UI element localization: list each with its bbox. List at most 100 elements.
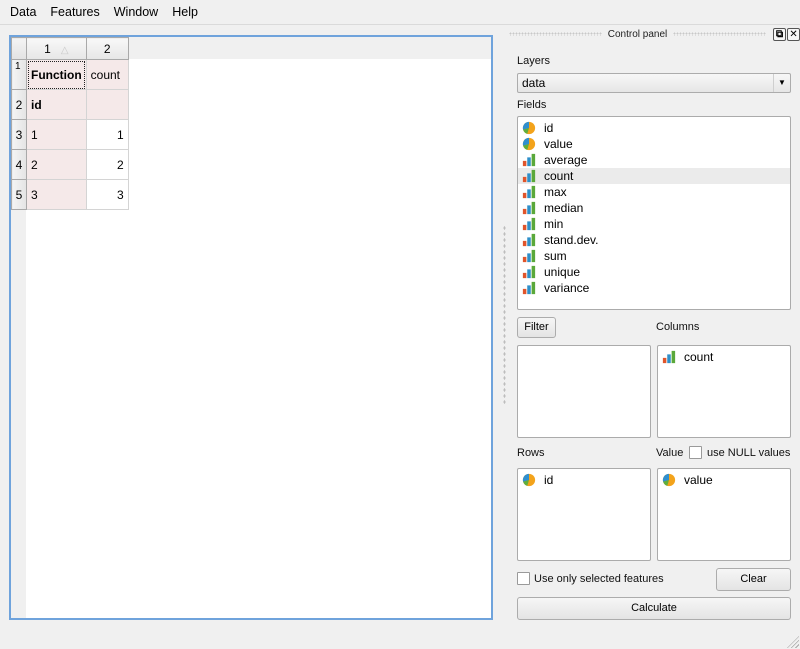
table-cell[interactable]: 3: [85, 179, 129, 210]
result-table: 1 △ 2 1 Function count 2 id 3 1 1 4 2 2 5: [11, 37, 129, 210]
bar-chart-function-icon: [521, 217, 537, 231]
list-item-label: average: [544, 153, 588, 167]
table-cell[interactable]: 2: [85, 149, 129, 180]
list-item-label: min: [544, 217, 564, 231]
use-null-values-label: use NULL values: [707, 447, 791, 459]
row-header-4[interactable]: 4: [11, 149, 27, 180]
pie-field-icon: [521, 137, 537, 151]
layers-dropdown[interactable]: data ▼: [517, 73, 791, 93]
fields-list[interactable]: id value average count max median min stand.dev…: [517, 116, 791, 310]
menu-help[interactable]: Help: [165, 0, 205, 25]
pie-field-icon: [521, 121, 537, 135]
list-item-label: stand.dev.: [544, 233, 599, 247]
use-null-values-checkbox[interactable]: [689, 446, 702, 459]
row-header-5[interactable]: 5: [11, 179, 27, 210]
splitter-handle[interactable]: [503, 225, 506, 405]
column-header-label: 1: [44, 41, 51, 56]
list-item-label: unique: [544, 265, 581, 279]
row-header-3[interactable]: 3: [11, 119, 27, 150]
chevron-down-icon[interactable]: ▼: [773, 74, 790, 92]
value-list[interactable]: value: [657, 468, 791, 561]
table-row: 3 1 1: [11, 119, 129, 150]
clear-button[interactable]: Clear: [716, 568, 791, 591]
use-only-selected-checkbox[interactable]: [517, 572, 530, 585]
sort-ascending-icon: △: [60, 44, 69, 56]
layers-selected-value: data: [522, 76, 546, 90]
row-header-1[interactable]: 1: [11, 59, 27, 90]
list-item-label: median: [544, 201, 584, 215]
column-header-label: 2: [103, 41, 111, 56]
bar-chart-function-icon: [661, 350, 677, 364]
bar-chart-function-icon: [521, 185, 537, 199]
table-cell[interactable]: 1: [85, 119, 129, 150]
fields-label: Fields: [517, 99, 547, 111]
list-item-label: sum: [544, 249, 567, 263]
result-table-view[interactable]: 1 △ 2 1 Function count 2 id 3 1 1 4 2 2 5: [9, 35, 493, 620]
resize-grip[interactable]: [787, 636, 799, 648]
list-item-label: id: [544, 473, 554, 487]
pie-field-icon: [521, 473, 537, 487]
titlebar-grip: [509, 32, 602, 36]
table-cell[interactable]: 1: [26, 119, 87, 150]
list-item-label: count: [684, 350, 714, 364]
table-cell[interactable]: Function: [26, 59, 87, 90]
list-item[interactable]: count: [518, 168, 790, 184]
table-cell[interactable]: 2: [26, 149, 87, 180]
menu-window[interactable]: Window: [107, 0, 165, 25]
table-cell[interactable]: id: [26, 89, 87, 120]
list-item[interactable]: id: [518, 120, 790, 136]
table-corner-button[interactable]: [11, 37, 27, 60]
pie-field-icon: [661, 473, 677, 487]
menu-features[interactable]: Features: [43, 0, 106, 25]
close-icon[interactable]: ✕: [787, 27, 800, 41]
bar-chart-function-icon: [521, 249, 537, 263]
filter-list[interactable]: [517, 345, 651, 438]
list-item[interactable]: average: [518, 152, 790, 168]
table-cell[interactable]: count: [85, 59, 129, 90]
use-only-selected-label: Use only selected features: [534, 573, 664, 585]
layers-label: Layers: [517, 55, 551, 67]
list-item-label: value: [684, 473, 713, 487]
list-item-label: value: [544, 137, 573, 151]
bar-chart-function-icon: [521, 169, 537, 183]
columns-label: Columns: [656, 321, 700, 333]
list-item[interactable]: value: [518, 136, 790, 152]
table-cell[interactable]: [85, 89, 129, 120]
calculate-button[interactable]: Calculate: [517, 597, 791, 620]
filter-button[interactable]: Filter: [517, 317, 556, 338]
list-item[interactable]: variance: [518, 280, 790, 296]
control-panel-title: Control panel: [607, 28, 668, 40]
table-cell[interactable]: 3: [26, 179, 87, 210]
bar-chart-function-icon: [521, 233, 537, 247]
row-header-2[interactable]: 2: [11, 89, 27, 120]
list-item[interactable]: median: [518, 200, 790, 216]
list-item[interactable]: min: [518, 216, 790, 232]
list-item[interactable]: value: [658, 472, 790, 488]
list-item-label: id: [544, 121, 554, 135]
list-item[interactable]: unique: [518, 264, 790, 280]
list-item-label: variance: [544, 281, 590, 295]
columns-list[interactable]: count: [657, 345, 791, 438]
bar-chart-function-icon: [521, 281, 537, 295]
titlebar-grip: [673, 32, 767, 36]
float-icon[interactable]: ⧉: [773, 27, 787, 41]
list-item[interactable]: count: [658, 349, 790, 365]
column-header-2[interactable]: 2: [85, 37, 129, 60]
control-panel-titlebar[interactable]: Control panel ⧉ ✕: [503, 26, 800, 42]
rows-list[interactable]: id: [517, 468, 651, 561]
table-row: 1 Function count: [11, 59, 129, 90]
table-row: 2 id: [11, 89, 129, 120]
menu-data[interactable]: Data: [3, 0, 43, 25]
list-item-label: count: [544, 169, 574, 183]
column-header-1[interactable]: 1 △: [26, 37, 87, 60]
bar-chart-function-icon: [521, 265, 537, 279]
list-item[interactable]: stand.dev.: [518, 232, 790, 248]
list-item[interactable]: max: [518, 184, 790, 200]
value-label: Value: [656, 447, 684, 459]
bar-chart-function-icon: [521, 153, 537, 167]
list-item[interactable]: id: [518, 472, 650, 488]
table-row: 4 2 2: [11, 149, 129, 180]
list-item[interactable]: sum: [518, 248, 790, 264]
row-header-label: 1: [15, 61, 21, 72]
menu-bar: Data Features Window Help: [0, 0, 800, 25]
